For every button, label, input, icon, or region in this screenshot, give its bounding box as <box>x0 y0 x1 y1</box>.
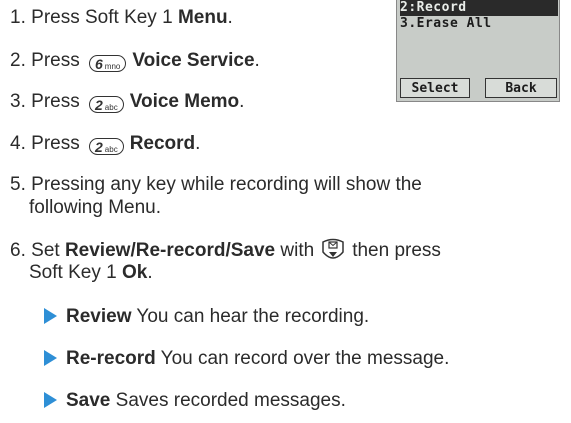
key-letters: abc <box>104 103 118 112</box>
key-digit: 2 <box>95 139 103 155</box>
key-digit: 2 <box>95 97 103 113</box>
voice-memo-label: Voice Memo <box>129 91 240 112</box>
key-2-icon: 2 abc <box>89 96 124 113</box>
step-number: 6. <box>10 240 26 261</box>
step-4: 4. Press 2 abc Record. <box>10 132 200 155</box>
record-label: Record <box>129 133 196 154</box>
step-text: Pressing any key while recording will sh… <box>31 174 422 195</box>
key-letters: mno <box>104 62 121 71</box>
voice-service-label: Voice Service <box>132 50 255 71</box>
step-text: Press Soft Key 1 <box>31 7 178 28</box>
step-punct: . <box>239 91 245 112</box>
step-number: 1. <box>10 7 26 28</box>
triangle-bullet-icon <box>44 350 57 366</box>
step-text: Set <box>31 240 65 261</box>
bullet-title: Re-record <box>66 348 156 369</box>
step-3: 3. Press 2 abc Voice Memo. <box>10 90 244 113</box>
menu-item-record-highlighted[interactable]: 2:Record <box>400 0 558 16</box>
step-number: 5. <box>10 174 26 195</box>
key-letters: abc <box>104 145 118 154</box>
select-softkey[interactable]: Select <box>400 78 470 98</box>
step-punct: . <box>147 262 153 283</box>
key-digit: 6 <box>95 56 103 72</box>
step-5-continued: following Menu. <box>29 196 161 219</box>
step-punct: . <box>195 133 201 154</box>
step-text: Press <box>31 91 85 112</box>
step-text: Soft Key 1 <box>29 262 122 283</box>
back-softkey[interactable]: Back <box>485 78 557 98</box>
key-6-icon: 6 mno <box>89 55 127 72</box>
step-punct: . <box>227 7 233 28</box>
step-punct: . <box>254 50 260 71</box>
bullet-re-record: Re-record You can record over the messag… <box>44 347 449 370</box>
triangle-bullet-icon <box>44 392 57 408</box>
re-record-option: Re-record <box>135 240 226 261</box>
menu-item-erase-all[interactable]: 3.Erase All <box>400 16 492 32</box>
instruction-page: 2:Record 3.Erase All Select Back 1. Pres… <box>0 0 571 423</box>
step-1: 1. Press Soft Key 1 Menu. <box>10 6 233 29</box>
step-text: following Menu. <box>29 197 162 218</box>
bullet-text: Saves recorded messages. <box>110 390 346 411</box>
step-text: then press <box>352 240 441 261</box>
step-number: 2. <box>10 50 26 71</box>
step-number: 3. <box>10 91 26 112</box>
bullet-text: You can hear the recording. <box>131 306 370 327</box>
ok-label: Ok <box>121 262 148 283</box>
step-6-continued: Soft Key 1 Ok. <box>29 261 153 284</box>
navigation-key-icon <box>320 238 346 268</box>
step-2: 2. Press 6 mno Voice Service. <box>10 49 260 72</box>
bullet-text: You can record over the message. <box>155 348 450 369</box>
triangle-bullet-icon <box>44 308 57 324</box>
key-2-icon: 2 abc <box>89 138 124 155</box>
review-option: Review <box>64 240 131 261</box>
bullet-review: Review You can hear the recording. <box>44 305 369 328</box>
step-text: with <box>275 240 315 261</box>
step-text: Press <box>31 133 85 154</box>
bullet-save: Save Saves recorded messages. <box>44 389 346 412</box>
step-5: 5. Pressing any key while recording will… <box>10 173 422 196</box>
step-text: Press <box>31 50 85 71</box>
menu-label: Menu <box>177 7 228 28</box>
phone-screen: 2:Record 3.Erase All Select Back <box>396 0 560 102</box>
step-number: 4. <box>10 133 26 154</box>
bullet-title: Save <box>66 390 111 411</box>
bullet-title: Review <box>66 306 132 327</box>
save-option: Save <box>230 240 276 261</box>
